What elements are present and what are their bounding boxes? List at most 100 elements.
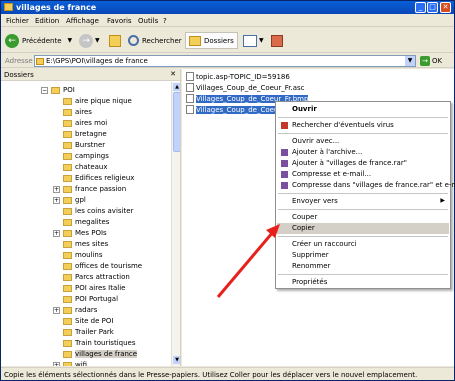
context-menu-item[interactable]: Compresse dans "villages de france.rar" … [277, 180, 455, 191]
menu-fichier[interactable]: Fichier [6, 17, 29, 25]
tree-item-label: offices de tourisme [75, 262, 143, 270]
context-menu-item-label: Ajouter à l'archive... [292, 148, 363, 156]
scrollbar-thumb[interactable] [173, 92, 180, 152]
expand-icon[interactable]: + [53, 185, 60, 193]
context-menu-item[interactable]: Couper [277, 212, 449, 223]
folder-icon [63, 218, 72, 226]
folder-icon [63, 141, 72, 149]
back-button[interactable]: ← Précédente ▼ [5, 32, 72, 49]
forward-arrow-icon: → [79, 33, 93, 48]
collapse-icon[interactable]: − [41, 86, 48, 94]
file-item[interactable]: Villages_Coup_de_Coeur_Fr.asc [186, 82, 305, 93]
folders-pane: Dossiers ✕ − POI aire pique nique aires aire… [1, 69, 181, 366]
title-bar[interactable]: villages de france _ □ ✕ [1, 1, 454, 14]
minimize-button[interactable]: _ [415, 2, 426, 13]
context-menu-item-label: Propriétés [292, 278, 328, 286]
folders-pane-title: Dossiers [4, 71, 34, 79]
extra-tool-button[interactable] [271, 32, 283, 49]
tree-item-label: Parcs attraction [75, 273, 130, 281]
context-menu-item[interactable]: Copier [277, 223, 449, 234]
tree-item-label: aires moi [75, 119, 108, 127]
context-menu-item[interactable]: Rechercher d'éventuels virus [277, 120, 449, 131]
chevron-down-icon[interactable]: ▼ [405, 56, 415, 66]
submenu-arrow-icon: ▶ [440, 197, 445, 204]
context-menu-item[interactable]: Ajouter à "villages de france.rar" [277, 158, 449, 169]
winrar-icon [281, 182, 288, 189]
context-menu-item-label: Supprimer [292, 251, 329, 259]
context-menu-item[interactable]: Supprimer [277, 250, 449, 261]
file-icon [186, 72, 194, 81]
menu-separator [278, 133, 448, 134]
winrar-icon [281, 149, 288, 156]
chevron-down-icon[interactable]: ▼ [95, 37, 100, 44]
search-label: Rechercher [142, 36, 182, 45]
folder-tree: − POI aire pique nique aires aires moi bretag… [1, 82, 171, 366]
menu-separator [278, 117, 448, 118]
address-value: E:\GPS\POI\villages de france [46, 57, 148, 65]
folder-icon [63, 262, 72, 270]
context-menu-item[interactable]: Ouvrir [277, 104, 449, 115]
context-menu-item[interactable]: Ouvrir avec... [277, 136, 449, 147]
maximize-button[interactable]: □ [427, 2, 438, 13]
tree-item-label: les coins avisiter [75, 207, 134, 215]
status-text: Copie les éléments sélectionnés dans le … [4, 371, 418, 379]
address-bar: Adresse E:\GPS\POI\villages de france ▼ … [1, 54, 454, 68]
close-icon[interactable]: ✕ [170, 70, 176, 78]
scroll-up-arrow-icon[interactable]: ▲ [173, 83, 180, 91]
close-button[interactable]: ✕ [440, 2, 451, 13]
context-menu-item[interactable]: Propriétés [277, 277, 449, 288]
context-menu-item-label: Créer un raccourci [292, 240, 357, 248]
context-menu-item-label: Compresse et e-mail... [292, 170, 372, 178]
tree-item-label: wifi [75, 361, 88, 366]
context-menu-item[interactable]: Ajouter à l'archive... [277, 147, 449, 158]
chevron-down-icon[interactable]: ▼ [259, 37, 264, 44]
context-menu-item[interactable]: Créer un raccourci [277, 239, 449, 250]
tree-item-label: Burstner [75, 141, 106, 149]
context-menu-item-label: Renommer [292, 262, 331, 270]
tree-item-label: Mes POIs [75, 229, 107, 237]
folders-label: Dossiers [204, 36, 234, 45]
address-input[interactable]: E:\GPS\POI\villages de france ▼ [34, 55, 416, 67]
menu-separator [278, 274, 448, 275]
context-menu-item[interactable]: Renommer [277, 261, 449, 272]
menu-edition[interactable]: Edition [35, 17, 59, 25]
up-folder-icon [109, 34, 121, 47]
folder-icon [36, 58, 44, 65]
menu-help[interactable]: ? [163, 17, 167, 25]
toolbar: ← Précédente ▼ → ▼ Rechercher Dossiers ▼ [1, 28, 454, 53]
file-item[interactable]: topic.asp-TOPIC_ID=59186 [186, 71, 290, 82]
folder-icon [63, 361, 72, 366]
expand-icon[interactable]: + [53, 229, 60, 237]
views-button[interactable]: ▼ [243, 32, 264, 49]
up-folder-button[interactable] [109, 32, 121, 49]
folder-icon [63, 306, 72, 314]
context-menu-item[interactable]: Compresse et e-mail... [277, 169, 449, 180]
go-button[interactable]: → OK [420, 56, 442, 66]
tree-item-label: villages de france [75, 350, 138, 358]
address-label: Adresse [5, 57, 33, 65]
expand-icon[interactable]: + [53, 196, 60, 204]
folders-button[interactable]: Dossiers [185, 32, 238, 49]
tree-item-label: POI aires Italie [75, 284, 126, 292]
window-title: villages de france [16, 3, 97, 12]
context-menu-item[interactable]: Envoyer vers ▶ [277, 196, 449, 207]
menu-affichage[interactable]: Affichage [66, 17, 99, 25]
tree-item-label: Edifices religieux [75, 174, 135, 182]
scroll-down-arrow-icon[interactable]: ▼ [173, 356, 180, 364]
tree-item-label: france passion [75, 185, 127, 193]
chevron-down-icon[interactable]: ▼ [68, 37, 73, 44]
tree-scrollbar[interactable]: ▲ ▼ [171, 82, 180, 366]
expand-icon[interactable]: + [53, 361, 60, 366]
back-arrow-icon: ← [5, 33, 19, 48]
search-button[interactable]: Rechercher [128, 32, 182, 49]
expand-icon[interactable]: + [53, 306, 60, 314]
menu-favoris[interactable]: Favoris [107, 17, 132, 25]
folder-icon [63, 174, 72, 182]
menu-separator [278, 193, 448, 194]
menu-outils[interactable]: Outils [138, 17, 158, 25]
tree-item[interactable]: + wifi [53, 359, 87, 366]
tree-item-label: bretagne [75, 130, 107, 138]
folder-icon [63, 97, 72, 105]
views-icon [243, 34, 257, 47]
forward-button[interactable]: → ▼ [79, 32, 100, 49]
